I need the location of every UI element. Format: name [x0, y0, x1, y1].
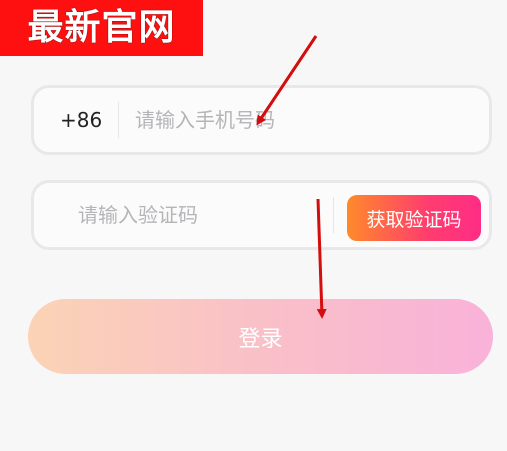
phone-field: +86	[31, 85, 492, 155]
country-code-prefix[interactable]: +86	[60, 88, 102, 152]
get-code-button[interactable]: 获取验证码	[347, 195, 481, 241]
promo-banner: 最新官网	[0, 0, 203, 56]
phone-divider	[118, 102, 119, 138]
login-button[interactable]: 登录	[28, 299, 493, 374]
phone-input[interactable]	[135, 88, 475, 152]
code-divider	[333, 197, 334, 233]
verification-code-input[interactable]	[78, 183, 318, 247]
banner-text: 最新官网	[27, 7, 176, 48]
verification-code-field: 获取验证码	[31, 180, 492, 250]
